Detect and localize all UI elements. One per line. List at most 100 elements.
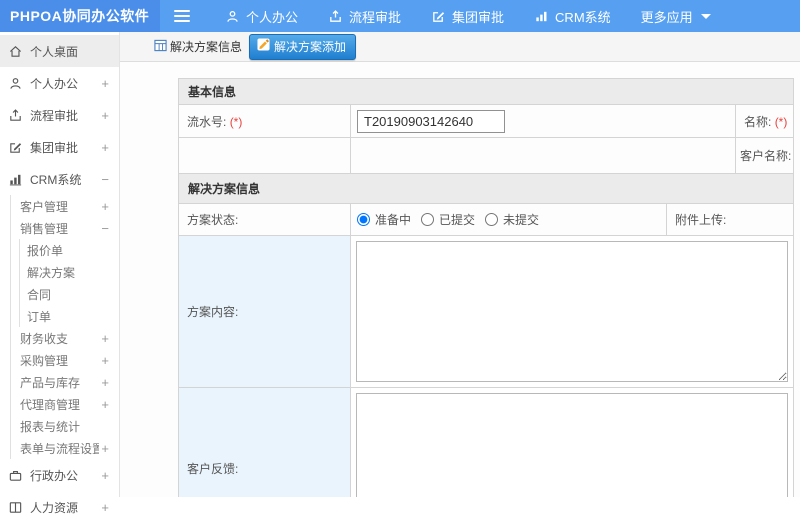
name-label: 名称: [744,114,772,129]
sidebar-item-human-resources[interactable]: 人力资源 + [0,491,119,523]
nav-more-apps[interactable]: 更多应用 [626,0,726,32]
sidebar-item-contract[interactable]: 合同 [20,283,119,305]
sidebar-item-label: 表单与流程设置 [20,441,100,456]
sidebar-item-agent-management[interactable]: 代理商管理 + [11,393,119,415]
sidebar-item-crm-system[interactable]: CRM系统 − [0,163,119,195]
table-icon [154,39,167,55]
crm-submenu: 客户管理 + 销售管理 − 报价单 解决方案 合同 订单 财务收支 + 采购管理… [10,195,119,459]
name-label-cell: 名称: (*) [734,104,795,138]
tab-label: 解决方案添加 [274,39,347,54]
sidebar-item-personal-desktop[interactable]: 个人桌面 [0,35,119,67]
caret-down-icon [700,13,711,19]
status-option-label[interactable]: 未提交 [503,211,539,228]
share-icon [328,9,343,24]
required-mark: (*) [774,114,788,129]
expand-marker[interactable]: + [101,140,109,155]
sidebar-item-label: 报表与统计 [20,419,81,434]
sidebar-item-label: 人力资源 [30,500,79,515]
sidebar-item-label: 行政办公 [30,468,79,483]
sidebar-item-label: 集团审批 [30,140,79,155]
book-icon [8,500,23,515]
app-logo: PHPOA协同办公软件 [0,0,160,32]
sidebar-item-sales-management[interactable]: 销售管理 − [11,217,119,239]
feedback-label-cell: 客户反馈: [178,387,351,497]
expand-marker[interactable]: + [101,500,109,515]
nav-label: 流程审批 [349,9,402,25]
sidebar-item-label: 代理商管理 [20,397,81,412]
sidebar-item-reports-statistics[interactable]: 报表与统计 [11,415,119,437]
name-field-cell [350,137,736,174]
expand-marker[interactable]: − [101,221,109,236]
person-icon [225,9,240,24]
tab-label: 解决方案信息 [170,40,243,54]
main-content: 解决方案信息 解决方案添加 基本信息 流水号: (*) 名称: [120,32,800,497]
sidebar-item-admin-office[interactable]: 行政办公 + [0,459,119,491]
sidebar-item-order[interactable]: 订单 [20,305,119,327]
required-mark: (*) [229,114,243,129]
status-option-label[interactable]: 已提交 [439,211,475,228]
expand-marker[interactable]: + [101,468,109,483]
serial-number-input[interactable] [357,109,505,133]
hamburger-menu-icon[interactable] [174,0,190,32]
nav-crm-system[interactable]: CRM系统 [519,0,626,32]
sidebar-item-group-approval[interactable]: 集团审批 + [0,131,119,163]
top-nav: 个人办公 流程审批 集团审批 CRM系统 更多应用 [210,0,726,32]
nav-group-approval[interactable]: 集团审批 [416,0,519,32]
nav-workflow-approval[interactable]: 流程审批 [313,0,416,32]
nav-label: 集团审批 [452,9,505,25]
empty-label-cell [178,137,351,174]
expand-marker[interactable]: + [101,441,109,456]
sidebar-item-solution[interactable]: 解决方案 [20,261,119,283]
sidebar-item-procurement[interactable]: 采购管理 + [11,349,119,371]
sidebar-item-personal-office[interactable]: 个人办公 + [0,67,119,99]
status-label-cell: 方案状态: [178,203,351,236]
customer-feedback-textarea[interactable] [356,393,789,497]
edit-icon [8,140,23,155]
bar-chart-icon [534,9,549,24]
expand-marker[interactable]: + [101,353,109,368]
sidebar-item-label: 订单 [27,309,52,324]
expand-marker[interactable]: + [101,397,109,412]
tab-solution-info[interactable]: 解决方案信息 [154,38,242,55]
expand-marker[interactable]: + [101,199,109,214]
expand-marker[interactable]: + [101,108,109,123]
sidebar-item-label: 报价单 [27,243,64,258]
content-label-cell: 方案内容: [178,235,351,388]
user-icon [8,76,23,91]
solution-info-table: 解决方案信息 方案状态: 准备中 已提交 未提交 附件上传: 方案内容: 客户反… [177,173,795,497]
sidebar-item-workflow-approval[interactable]: 流程审批 + [0,99,119,131]
serial-number-label: 流水号: [187,114,227,129]
customer-name-label-cell: 客户名称: (*) [734,137,795,174]
feedback-field-cell [349,387,795,497]
nav-personal-office[interactable]: 个人办公 [210,0,313,32]
serial-number-label-cell: 流水号: (*) [178,104,351,138]
sidebar-item-label: 产品与库存 [20,375,81,390]
tab-strip: 解决方案信息 解决方案添加 [120,32,800,62]
sidebar-item-form-workflow-settings[interactable]: 表单与流程设置 + [11,437,119,459]
expand-marker[interactable]: + [101,375,109,390]
basic-info-table: 基本信息 流水号: (*) 名称: (*) 客户名称: [177,78,795,174]
expand-marker[interactable]: − [101,172,109,187]
sidebar-item-customer-management[interactable]: 客户管理 + [11,195,119,217]
solution-content-textarea[interactable] [356,241,789,382]
sidebar-item-label: 合同 [27,287,52,302]
content-field-cell [349,235,795,388]
customer-name-label: 客户名称: [740,149,792,163]
serial-number-field-cell [350,104,736,138]
attachment-label-cell: 附件上传: [665,203,795,236]
status-radio-preparing[interactable] [357,213,370,226]
section-header-basic-info: 基本信息 [177,78,795,105]
share-icon [8,108,23,123]
tab-solution-add[interactable]: 解决方案添加 [249,33,357,60]
sales-submenu: 报价单 解决方案 合同 订单 [19,239,119,327]
sidebar-item-quotation[interactable]: 报价单 [20,239,119,261]
status-radio-submitted[interactable] [421,213,435,226]
expand-marker[interactable]: + [101,76,109,91]
status-option-label[interactable]: 准备中 [375,211,411,228]
sidebar-item-finance[interactable]: 财务收支 + [11,327,119,349]
expand-marker[interactable]: + [101,331,109,346]
edit-icon [431,9,446,24]
sidebar-item-products-inventory[interactable]: 产品与库存 + [11,371,119,393]
status-radio-unsubmitted[interactable] [485,213,499,226]
sidebar-item-label: 采购管理 [20,353,69,368]
